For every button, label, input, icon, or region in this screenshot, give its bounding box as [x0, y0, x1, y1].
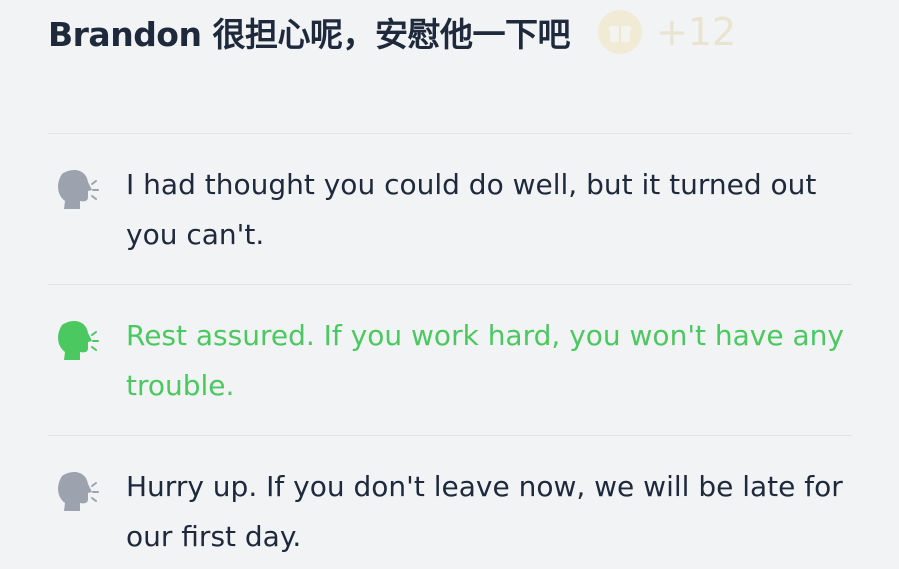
- gift-box-icon: [597, 10, 642, 54]
- answer-option-3[interactable]: Hurry up. If you don't leave now, we wil…: [48, 462, 852, 562]
- page-title: Brandon 很担心呢，安慰他一下吧: [48, 15, 570, 54]
- answer-option-2[interactable]: Rest assured. If you work hard, you won'…: [48, 311, 852, 411]
- reward-indicator: +12: [597, 10, 737, 54]
- speaking-head-icon: [58, 321, 99, 360]
- divider: [48, 133, 852, 134]
- header: Brandon 很担心呢，安慰他一下吧 +12: [48, 8, 736, 56]
- divider: [48, 435, 852, 436]
- divider: [48, 284, 852, 285]
- speaking-head-icon: [58, 472, 99, 511]
- answer-option-text: Hurry up. If you don't leave now, we wil…: [126, 470, 843, 553]
- answer-option-text: Rest assured. If you work hard, you won'…: [126, 319, 844, 402]
- answer-option-1[interactable]: I had thought you could do well, but it …: [48, 160, 852, 260]
- speaking-head-icon: [58, 170, 99, 209]
- answer-option-text: I had thought you could do well, but it …: [126, 168, 817, 251]
- reward-count: +12: [655, 10, 737, 54]
